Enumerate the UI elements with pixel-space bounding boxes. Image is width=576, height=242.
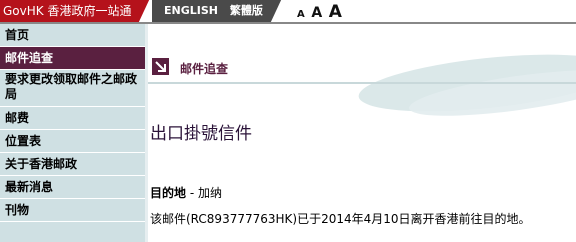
sidebar-item-about[interactable]: 关于香港邮政 (0, 153, 145, 176)
sidebar-item-news[interactable]: 最新消息 (0, 176, 145, 199)
sidebar-item-mail-tracking[interactable]: 邮件追查 (0, 47, 145, 70)
sidebar-item-home[interactable]: 首页 (0, 24, 145, 47)
sidebar-item-change-delivery-office[interactable]: 要求更改领取邮件之邮政局 (0, 70, 145, 107)
font-large-button[interactable]: A (329, 2, 342, 22)
arrow-down-right-icon (152, 58, 169, 75)
sidebar-item-postage[interactable]: 邮费 (0, 107, 145, 130)
tracking-status: 该邮件(RC893777763HK)已于2014年4月10日离开香港前往目的地。 (150, 212, 531, 226)
govhk-link[interactable]: GovHK 香港政府一站通 (0, 0, 150, 22)
sidebar: 首页 邮件追查 要求更改领取邮件之邮政局 邮费 位置表 关于香港邮政 最新消息 … (0, 24, 145, 242)
font-small-button[interactable]: A (297, 9, 305, 20)
page-title: 出口掛號信件 (150, 124, 252, 144)
section-title: 邮件追查 (180, 62, 229, 76)
language-switcher: ENGLISH 繁體版 (152, 0, 282, 22)
section-header: 邮件追查 (148, 56, 576, 78)
main-content: 邮件追查 出口掛號信件 目的地 - 加纳 该邮件(RC893777763HK)已… (148, 24, 576, 242)
english-link[interactable]: ENGLISH (152, 0, 222, 22)
destination-separator: - (186, 186, 198, 200)
sidebar-item-publications[interactable]: 刊物 (0, 199, 145, 222)
destination-label: 目的地 (150, 186, 187, 200)
font-size-controls: A A A (297, 2, 343, 22)
destination-line: 目的地 - 加纳 (150, 184, 222, 201)
sidebar-item-locations[interactable]: 位置表 (0, 130, 145, 153)
govhk-label: GovHK 香港政府一站通 (3, 4, 132, 18)
top-bar: GovHK 香港政府一站通 ENGLISH 繁體版 A A A (0, 0, 576, 24)
font-medium-button[interactable]: A (311, 5, 322, 21)
section-divider (148, 82, 576, 84)
destination-value: 加纳 (197, 186, 222, 200)
traditional-chinese-link[interactable]: 繁體版 (226, 0, 267, 22)
